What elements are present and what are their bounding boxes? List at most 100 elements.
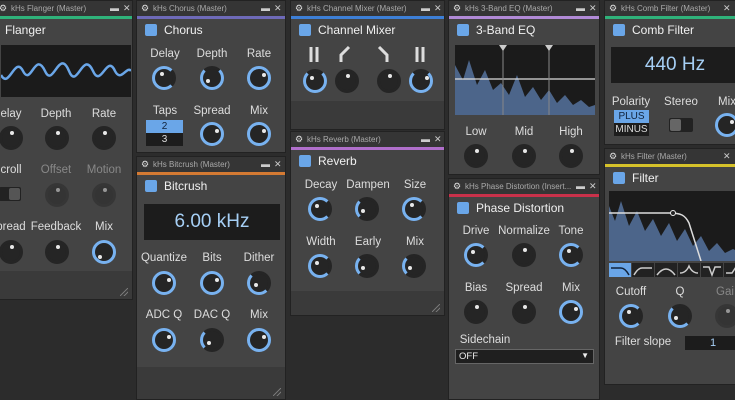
close-icon[interactable]: ✕ — [274, 1, 282, 16]
knob-mid[interactable] — [512, 144, 536, 168]
taps-option-2[interactable]: 2 — [146, 120, 183, 133]
knob-cutoff[interactable] — [619, 304, 643, 328]
knob-dacq[interactable] — [200, 328, 224, 352]
knob-low[interactable] — [464, 144, 488, 168]
knob-width[interactable] — [308, 254, 332, 278]
knob-drive[interactable] — [464, 243, 488, 267]
filter-response-graph[interactable] — [609, 191, 735, 261]
enable-checkbox[interactable] — [145, 180, 157, 192]
polarity-option-plus[interactable]: PLUS — [614, 110, 649, 123]
knob-gain[interactable] — [715, 304, 735, 328]
knob-delay[interactable] — [0, 126, 23, 150]
rate-display[interactable]: 6.00 kHz — [144, 204, 280, 240]
knob-rate[interactable] — [247, 66, 271, 90]
gear-icon[interactable]: ⚙ — [0, 1, 8, 16]
lowpass-icon[interactable] — [609, 263, 631, 277]
minimize-icon[interactable]: ▬ — [576, 179, 585, 194]
filter-titlebar[interactable]: ⚙ kHs Filter (Master) ✕ — [605, 149, 735, 164]
knob-decay[interactable] — [308, 197, 332, 221]
enable-checkbox[interactable] — [613, 24, 625, 36]
close-icon[interactable]: ✕ — [589, 1, 597, 16]
resize-grip-icon[interactable] — [120, 288, 128, 296]
minimize-icon[interactable]: ▬ — [576, 1, 585, 16]
scroll-toggle[interactable] — [0, 187, 21, 201]
knob-size[interactable] — [402, 197, 426, 221]
gear-icon[interactable]: ⚙ — [453, 179, 462, 194]
stereo-toggle[interactable] — [669, 118, 693, 132]
minimize-icon[interactable]: ▬ — [421, 132, 430, 147]
knob-bits[interactable] — [200, 271, 224, 295]
sidechain-dropdown[interactable]: OFF ▼ — [455, 349, 594, 364]
frequency-display[interactable]: 440 Hz — [611, 47, 735, 83]
gear-icon[interactable]: ⚙ — [141, 157, 150, 172]
gear-icon[interactable]: ⚙ — [295, 132, 304, 147]
knob-spread[interactable] — [512, 300, 536, 324]
knob-quantize[interactable] — [152, 271, 176, 295]
knob-motion[interactable] — [92, 183, 116, 207]
close-icon[interactable]: ✕ — [723, 149, 731, 164]
enable-checkbox[interactable] — [299, 24, 311, 36]
taps-option-3[interactable]: 3 — [146, 133, 183, 146]
knob-dither[interactable] — [247, 271, 271, 295]
knob-left-to-right[interactable] — [335, 69, 359, 93]
close-icon[interactable]: ✕ — [434, 132, 442, 147]
gear-icon[interactable]: ⚙ — [141, 1, 150, 16]
knob-mix[interactable] — [402, 254, 426, 278]
knob-left-to-left[interactable] — [303, 69, 327, 93]
knob-mix[interactable] — [559, 300, 583, 324]
knob-feedback[interactable] — [45, 240, 69, 264]
enable-checkbox[interactable] — [457, 24, 469, 36]
eq-titlebar[interactable]: ⚙ kHs 3-Band EQ (Master) ▬ ✕ — [449, 1, 599, 16]
chorus-titlebar[interactable]: ⚙ kHs Chorus (Master) ▬ ✕ — [137, 1, 285, 16]
knob-normalize[interactable] — [512, 243, 536, 267]
eq-spectrum[interactable] — [455, 45, 595, 115]
knob-mix[interactable] — [247, 328, 271, 352]
knob-spread[interactable] — [200, 122, 224, 146]
bitcrush-titlebar[interactable]: ⚙ kHs Bitcrush (Master) ▬ ✕ — [137, 157, 285, 172]
knob-adcq[interactable] — [152, 328, 176, 352]
knob-q[interactable] — [668, 304, 692, 328]
enable-checkbox[interactable] — [613, 172, 625, 184]
gear-icon[interactable]: ⚙ — [609, 1, 618, 16]
knob-depth[interactable] — [200, 66, 224, 90]
mixer-titlebar[interactable]: ⚙ kHs Channel Mixer (Master) ▬ ✕ — [291, 1, 444, 16]
reverb-titlebar[interactable]: ⚙ kHs Reverb (Master) ▬ ✕ — [291, 132, 444, 147]
close-icon[interactable]: ✕ — [123, 1, 131, 16]
peak-icon[interactable] — [678, 263, 700, 277]
knob-rate[interactable] — [92, 126, 116, 150]
notch-icon[interactable] — [701, 263, 723, 278]
shelf-icon[interactable] — [724, 263, 735, 277]
highpass-icon[interactable] — [632, 263, 654, 277]
minimize-icon[interactable]: ▬ — [261, 1, 270, 16]
enable-checkbox[interactable] — [299, 155, 311, 167]
knob-spread[interactable] — [0, 240, 23, 264]
polarity-option-minus[interactable]: MINUS — [614, 123, 649, 136]
resize-grip-icon[interactable] — [273, 388, 281, 396]
close-icon[interactable]: ✕ — [723, 1, 731, 16]
gear-icon[interactable]: ⚙ — [453, 1, 462, 16]
close-icon[interactable]: ✕ — [434, 1, 442, 16]
filter-slope-field[interactable]: 1 — [685, 336, 735, 350]
knob-early[interactable] — [355, 254, 379, 278]
knob-mix[interactable] — [92, 240, 116, 264]
knob-delay[interactable] — [152, 66, 176, 90]
knob-high[interactable] — [559, 144, 583, 168]
close-icon[interactable]: ✕ — [274, 157, 282, 172]
enable-checkbox[interactable] — [457, 202, 469, 214]
knob-mix[interactable] — [715, 113, 735, 137]
knob-mix[interactable] — [247, 122, 271, 146]
knob-right-to-right[interactable] — [409, 69, 433, 93]
bandpass-icon[interactable] — [655, 263, 677, 277]
flanger-titlebar[interactable]: ⚙kHs Flanger (Master) ▬ ✕ — [0, 1, 132, 16]
phase-titlebar[interactable]: ⚙ kHs Phase Distortion (Insert... ▬ ✕ — [449, 179, 599, 194]
enable-checkbox[interactable] — [145, 24, 157, 36]
knob-dampen[interactable] — [355, 197, 379, 221]
minimize-icon[interactable]: ▬ — [110, 1, 119, 16]
comb-titlebar[interactable]: ⚙ kHs Comb Filter (Master) ✕ — [605, 1, 735, 16]
knob-depth[interactable] — [45, 126, 69, 150]
gear-icon[interactable]: ⚙ — [295, 1, 304, 16]
minimize-icon[interactable]: ▬ — [261, 157, 270, 172]
minimize-icon[interactable]: ▬ — [421, 1, 430, 16]
close-icon[interactable]: ✕ — [589, 179, 597, 194]
knob-right-to-left[interactable] — [377, 69, 401, 93]
